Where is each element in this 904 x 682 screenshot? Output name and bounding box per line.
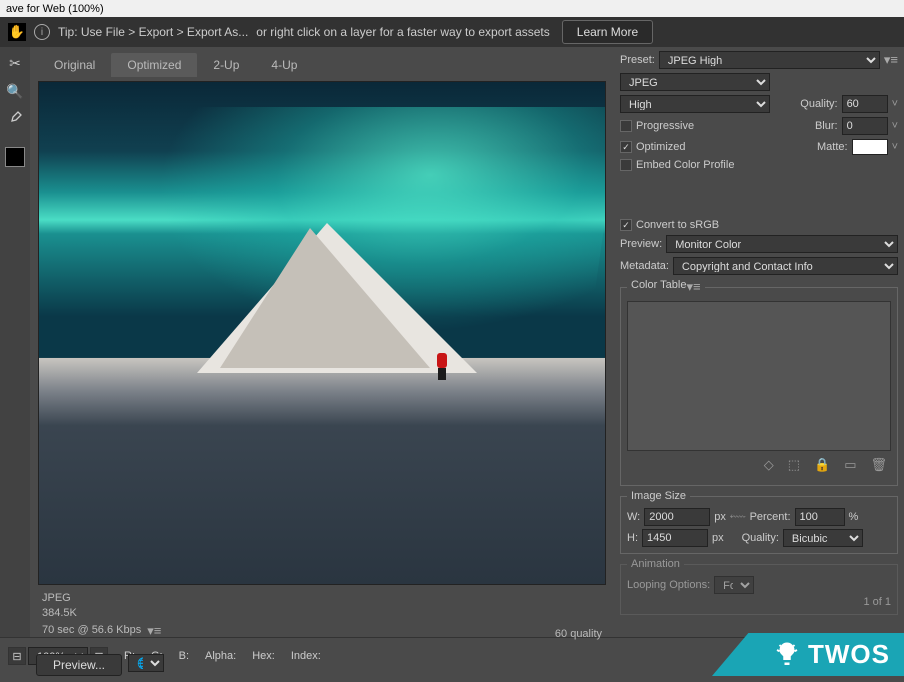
hex-label: Hex: <box>252 650 275 662</box>
browser-select[interactable]: 🌐 <box>128 654 164 672</box>
preview-time: 70 sec @ 56.6 Kbps <box>42 623 141 638</box>
quality-input[interactable] <box>842 95 888 113</box>
ct-pick-icon[interactable]: ◇ <box>764 457 774 473</box>
zoom-out-button[interactable]: ⊟ <box>8 647 26 665</box>
looping-select: Fo <box>714 576 754 594</box>
quality-label: Quality: <box>800 98 837 110</box>
slice-tool-icon[interactable]: ✂ <box>5 53 25 73</box>
index-label: Index: <box>291 650 321 662</box>
blur-label: Blur: <box>815 120 838 132</box>
blur-input[interactable] <box>842 117 888 135</box>
matte-swatch[interactable] <box>852 139 888 155</box>
eyedropper-tool-icon[interactable] <box>5 109 25 129</box>
quality-preset-select[interactable]: High <box>620 95 770 113</box>
color-table-menu-icon[interactable]: ▾≡ <box>686 279 700 295</box>
preview-select[interactable]: Monitor Color <box>666 235 898 253</box>
px-label-w: px <box>714 511 726 523</box>
quality-dropdown-icon[interactable]: ˅ <box>892 98 898 110</box>
preview-size: 384.5K <box>42 606 161 621</box>
info-icon: i <box>34 24 50 40</box>
zoom-tool-icon[interactable]: 🔍 <box>5 81 25 101</box>
color-table-section: Color Table ▾≡ ◇ ⬚ 🔒 ▭ 🗑 <box>620 279 898 486</box>
convert-srgb-checkbox[interactable] <box>620 219 632 231</box>
image-size-section: Image Size W: px ⬳ Percent: % H: px Qual… <box>620 490 898 554</box>
preview-label: Preview: <box>620 238 662 250</box>
settings-panel: Preset: JPEG High ▾≡ JPEG High Quality: … <box>614 47 904 637</box>
format-select[interactable]: JPEG <box>620 73 770 91</box>
progressive-checkbox[interactable] <box>620 120 632 132</box>
download-speed-menu-icon[interactable]: ▾≡ <box>147 622 161 640</box>
preview-format: JPEG <box>42 591 161 606</box>
height-input[interactable] <box>642 529 708 547</box>
preset-menu-icon[interactable]: ▾≡ <box>884 52 898 68</box>
b-label: B: <box>179 650 189 662</box>
blur-dropdown-icon[interactable]: ˅ <box>892 120 898 132</box>
color-swatch[interactable] <box>5 147 25 167</box>
percent-input[interactable] <box>795 508 845 526</box>
height-label: H: <box>627 532 638 544</box>
px-label-h: px <box>712 532 724 544</box>
optimized-checkbox[interactable] <box>620 141 632 153</box>
ct-lock-icon[interactable]: 🔒 <box>814 457 830 473</box>
view-tabs: Original Optimized 2-Up 4-Up <box>30 47 614 77</box>
tab-2up[interactable]: 2-Up <box>197 53 255 77</box>
image-size-legend: Image Size <box>627 490 690 502</box>
progressive-label: Progressive <box>636 120 694 132</box>
ct-shift-icon[interactable]: ⬚ <box>788 457 800 473</box>
window-title: ave for Web (100%) <box>0 0 904 17</box>
tab-optimized[interactable]: Optimized <box>111 53 197 77</box>
tab-original[interactable]: Original <box>38 53 111 77</box>
metadata-label: Metadata: <box>620 260 669 272</box>
ct-new-icon[interactable]: ▭ <box>844 457 856 473</box>
animation-section: Animation Looping Options: Fo 1 of 1 <box>620 558 898 615</box>
preview-quality: 60 quality <box>555 628 602 640</box>
tool-strip: ✂ 🔍 <box>0 47 30 637</box>
ct-trash-icon[interactable]: 🗑 <box>870 457 887 473</box>
looping-label: Looping Options: <box>627 579 710 591</box>
tip-text-1: Tip: Use File > Export > Export As... <box>58 25 248 39</box>
animation-legend: Animation <box>627 558 684 570</box>
hand-tool-icon[interactable]: ✋ <box>8 23 26 41</box>
percent-unit: % <box>849 511 859 523</box>
optimized-label: Optimized <box>636 141 686 153</box>
preview-button[interactable]: Preview... <box>36 654 122 676</box>
resample-quality-label: Quality: <box>742 532 779 544</box>
metadata-select[interactable]: Copyright and Contact Info <box>673 257 898 275</box>
link-dimensions-icon[interactable]: ⬳ <box>730 511 746 524</box>
matte-label: Matte: <box>817 141 848 153</box>
embed-profile-label: Embed Color Profile <box>636 159 734 171</box>
convert-srgb-label: Convert to sRGB <box>636 219 719 231</box>
tip-text-2: or right click on a layer for a faster w… <box>256 25 549 39</box>
color-table-grid[interactable] <box>627 301 891 451</box>
tip-bar: ✋ i Tip: Use File > Export > Export As..… <box>0 17 904 47</box>
embed-profile-checkbox[interactable] <box>620 159 632 171</box>
preset-select[interactable]: JPEG High <box>659 51 880 69</box>
color-table-legend: Color Table <box>631 279 686 291</box>
tab-4up[interactable]: 4-Up <box>255 53 313 77</box>
resample-quality-select[interactable]: Bicubic <box>783 529 863 547</box>
matte-dropdown-icon[interactable]: ˅ <box>892 141 898 153</box>
percent-label: Percent: <box>750 511 791 523</box>
frame-counter: 1 of 1 <box>863 596 891 608</box>
learn-more-button[interactable]: Learn More <box>562 20 653 44</box>
alpha-label: Alpha: <box>205 650 236 662</box>
preset-label: Preset: <box>620 54 655 66</box>
width-label: W: <box>627 511 640 523</box>
width-input[interactable] <box>644 508 710 526</box>
preview-canvas[interactable] <box>38 81 606 585</box>
